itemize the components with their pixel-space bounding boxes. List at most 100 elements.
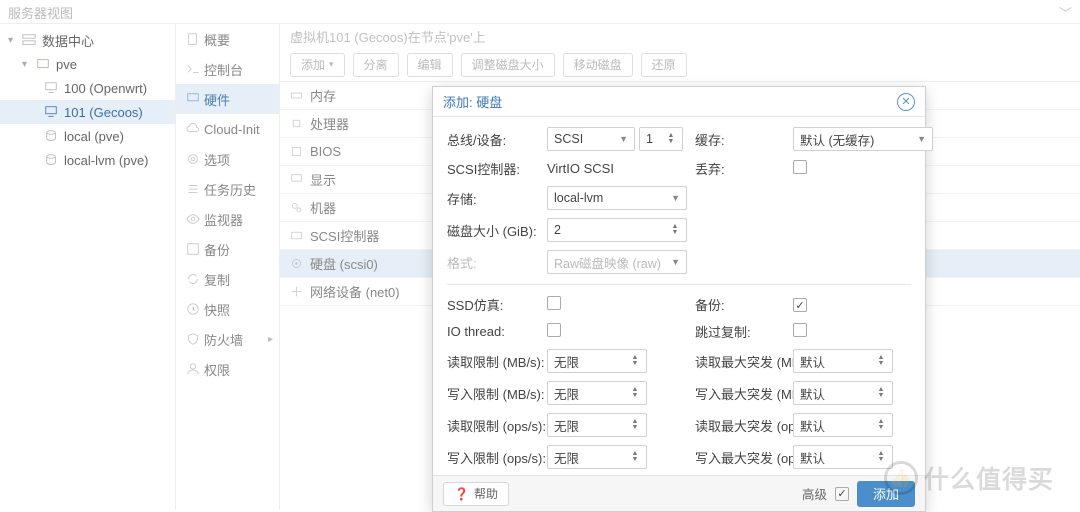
ssd-checkbox[interactable]: [547, 296, 561, 310]
sub-nav: 概要 控制台 硬件 Cloud-Init 选项 任务历史 监视器 备份 复制 快…: [176, 24, 280, 510]
save-icon: [186, 242, 204, 256]
tree-label: 101 (Gecoos): [64, 105, 143, 120]
iothread-label: IO thread:: [447, 324, 539, 339]
memory-icon: [290, 89, 310, 102]
bus-label: 总线/设备:: [447, 130, 539, 149]
advanced-label: 高级: [802, 484, 827, 503]
tree-storage-lvm[interactable]: local-lvm (pve): [0, 148, 175, 172]
sub-options[interactable]: 选项: [176, 144, 279, 174]
shield-icon: [186, 332, 204, 346]
format-select: Raw磁盘映像 (raw)▼: [547, 250, 687, 274]
read-burst-mb-field[interactable]: 默认▲▼: [793, 349, 893, 373]
sub-snapshot[interactable]: 快照: [176, 294, 279, 324]
advanced-checkbox[interactable]: ✓: [835, 487, 849, 501]
monitor-icon: [44, 81, 60, 95]
view-selector-label: 服务器视图: [8, 6, 73, 21]
question-icon: ❓: [454, 487, 469, 501]
dialog-title: 添加: 硬盘: [443, 92, 502, 111]
sub-backup[interactable]: 备份: [176, 234, 279, 264]
tree-label: pve: [56, 57, 77, 72]
tree-storage-local[interactable]: local (pve): [0, 124, 175, 148]
hardware-toolbar: 添加 ▾ 分离 编辑 调整磁盘大小 移动磁盘 还原: [280, 48, 1080, 82]
sub-firewall[interactable]: 防火墙▸: [176, 324, 279, 354]
chevron-down-icon: ﹀: [1059, 3, 1072, 22]
scsi-ctrl-value: VirtIO SCSI: [547, 161, 687, 176]
tree-node-pve[interactable]: ▾ pve: [0, 52, 175, 76]
write-burst-mb-label: 写入最大突发 (MB):: [695, 384, 785, 403]
dialog-footer: ❓帮助 高级 ✓ 添加: [433, 475, 925, 511]
bus-id-spinner[interactable]: 1▲▼: [639, 127, 683, 151]
server-icon: [22, 33, 38, 47]
backup-checkbox[interactable]: ✓: [793, 298, 807, 312]
list-icon: [186, 182, 204, 196]
read-burst-mb-label: 读取最大突发 (MB):: [695, 352, 785, 371]
bus-type-select[interactable]: SCSI▼: [547, 127, 635, 151]
sub-summary[interactable]: 概要: [176, 24, 279, 54]
resource-tree: ▾ 数据中心 ▾ pve 100 (Openwrt) 101 (Gecoos) …: [0, 24, 176, 510]
collapse-icon: ▾: [22, 59, 34, 70]
node-icon: [36, 57, 52, 71]
revert-button[interactable]: 还原: [641, 53, 687, 77]
chevron-down-icon: ▼: [917, 134, 926, 144]
view-selector[interactable]: 服务器视图 ﹀: [0, 0, 1080, 24]
tree-label: local-lvm (pve): [64, 153, 149, 168]
write-limit-mb-field[interactable]: 无限▲▼: [547, 381, 647, 405]
write-limit-ops-field[interactable]: 无限▲▼: [547, 445, 647, 469]
user-icon: [186, 362, 204, 376]
discard-checkbox[interactable]: [793, 160, 807, 174]
sub-permissions[interactable]: 权限: [176, 354, 279, 384]
add-disk-dialog: 添加: 硬盘 ✕ 总线/设备: SCSI▼ 1▲▼ 缓存: 默认 (无缓存)▼ …: [432, 86, 926, 512]
tree-label: 数据中心: [42, 31, 94, 50]
edit-button[interactable]: 编辑: [407, 53, 453, 77]
storage-label: 存储:: [447, 189, 539, 208]
chevron-down-icon: ▼: [671, 193, 680, 203]
database-icon: [44, 153, 60, 167]
cpu-icon: [290, 117, 310, 130]
terminal-icon: [186, 62, 204, 76]
dialog-header: 添加: 硬盘 ✕: [433, 87, 925, 117]
write-burst-mb-field[interactable]: 默认▲▼: [793, 381, 893, 405]
gear-icon: [186, 152, 204, 166]
resize-button[interactable]: 调整磁盘大小: [461, 53, 555, 77]
tree-vm-100[interactable]: 100 (Openwrt): [0, 76, 175, 100]
sub-tasks[interactable]: 任务历史: [176, 174, 279, 204]
monitor-icon: [290, 173, 310, 186]
backup-label: 备份:: [695, 295, 785, 314]
chevron-down-icon: ▼: [671, 257, 680, 267]
write-limit-mb-label: 写入限制 (MB/s):: [447, 384, 539, 403]
sub-monitor[interactable]: 监视器: [176, 204, 279, 234]
sub-cloudinit[interactable]: Cloud-Init: [176, 114, 279, 144]
write-burst-ops-field[interactable]: 默认▲▼: [793, 445, 893, 469]
read-limit-ops-field[interactable]: 无限▲▼: [547, 413, 647, 437]
cache-select[interactable]: 默认 (无缓存)▼: [793, 127, 933, 151]
size-spinner[interactable]: 2▲▼: [547, 218, 687, 242]
sub-replication[interactable]: 复制: [176, 264, 279, 294]
read-burst-ops-label: 读取最大突发 (ops):: [695, 416, 785, 435]
read-limit-mb-field[interactable]: 无限▲▼: [547, 349, 647, 373]
sub-hardware[interactable]: 硬件: [176, 84, 279, 114]
close-button[interactable]: ✕: [897, 93, 915, 111]
add-button[interactable]: 添加 ▾: [290, 53, 345, 77]
storage-select[interactable]: local-lvm▼: [547, 186, 687, 210]
read-burst-ops-field[interactable]: 默认▲▼: [793, 413, 893, 437]
help-button[interactable]: ❓帮助: [443, 482, 509, 506]
collapse-icon: ▾: [8, 35, 20, 46]
add-submit-button[interactable]: 添加: [857, 481, 915, 507]
size-label: 磁盘大小 (GiB):: [447, 221, 539, 240]
skiprep-checkbox[interactable]: [793, 323, 807, 337]
iothread-checkbox[interactable]: [547, 323, 561, 337]
chip-icon: [290, 145, 310, 158]
book-icon: [186, 32, 204, 46]
move-button[interactable]: 移动磁盘: [563, 53, 633, 77]
network-icon: [290, 285, 310, 298]
hdd-icon: [290, 229, 310, 242]
discard-label: 丢弃:: [695, 159, 785, 178]
refresh-icon: [186, 272, 204, 286]
read-limit-mb-label: 读取限制 (MB/s):: [447, 352, 539, 371]
detach-button[interactable]: 分离: [353, 53, 399, 77]
chevron-down-icon: ▼: [619, 134, 628, 144]
tree-datacenter[interactable]: ▾ 数据中心: [0, 28, 175, 52]
sub-console[interactable]: 控制台: [176, 54, 279, 84]
tree-label: local (pve): [64, 129, 124, 144]
tree-vm-101[interactable]: 101 (Gecoos): [0, 100, 175, 124]
